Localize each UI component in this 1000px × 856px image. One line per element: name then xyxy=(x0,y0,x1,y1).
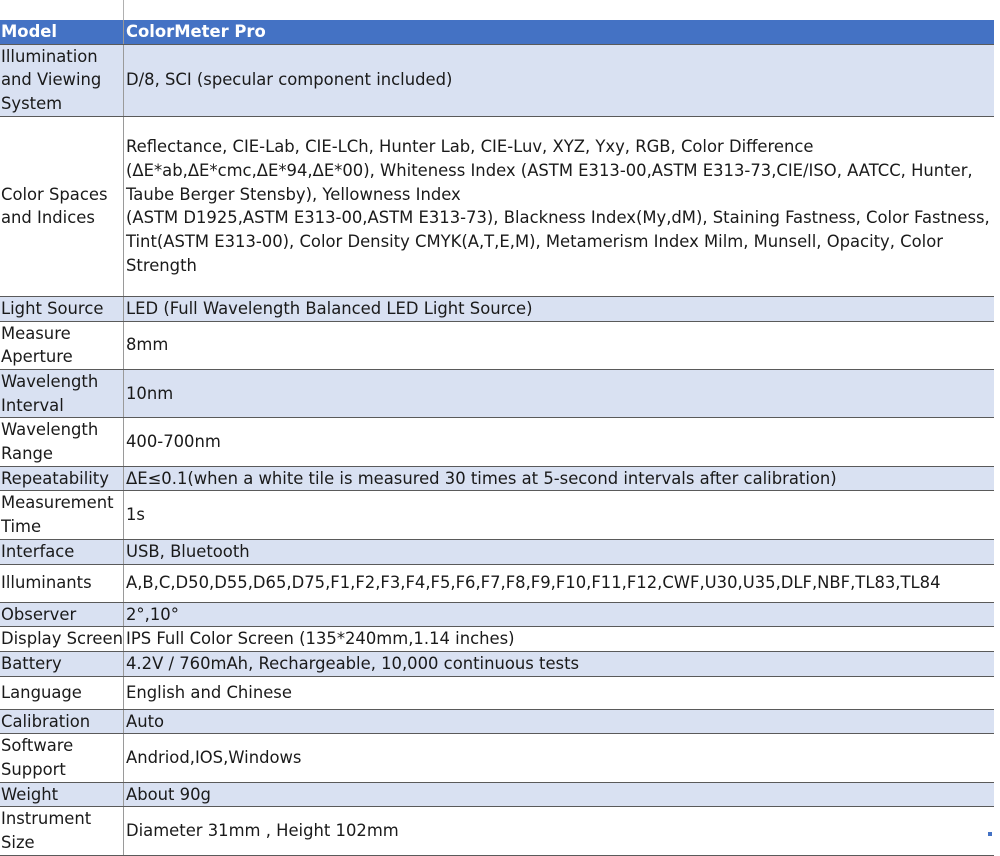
row-value: Diameter 31mm , Height 102mm xyxy=(123,806,994,856)
row-value: 10nm xyxy=(123,369,994,419)
row-value: 2°,10° xyxy=(123,602,994,628)
row-label: Measurement Time xyxy=(0,490,124,540)
table-row: Software Support Andriod,IOS,Windows xyxy=(0,733,994,783)
table-row: Display Screen IPS Full Color Screen (13… xyxy=(0,626,994,652)
row-label: Interface xyxy=(0,539,124,565)
table-row: Wavelength Interval 10nm xyxy=(0,369,994,419)
row-label: Illuminants xyxy=(0,564,124,603)
row-label: Instrument Size xyxy=(0,806,124,856)
table-row: Interface USB, Bluetooth xyxy=(0,539,994,565)
row-value: 4.2V / 760mAh, Rechargeable, 10,000 cont… xyxy=(123,651,994,677)
table-row: Language English and Chinese xyxy=(0,676,994,710)
row-label: Software Support xyxy=(0,733,124,783)
table-header-row: Model ColorMeter Pro xyxy=(0,20,994,45)
table-row: Measure Aperture 8mm xyxy=(0,321,994,370)
table-row: Color Spaces and Indices Reflectance, CI… xyxy=(0,116,994,297)
row-label: Weight xyxy=(0,782,124,808)
model-label: Model xyxy=(0,20,124,45)
row-value: About 90g xyxy=(123,782,994,808)
row-value: 400-700nm xyxy=(123,417,994,467)
table-row: Wavelength Range 400-700nm xyxy=(0,417,994,467)
row-value: A,B,C,D50,D55,D65,D75,F1,F2,F3,F4,F5,F6,… xyxy=(123,564,994,603)
row-label: Observer xyxy=(0,602,124,628)
row-label: Wavelength Range xyxy=(0,417,124,467)
table-row: Illuminants A,B,C,D50,D55,D65,D75,F1,F2,… xyxy=(0,564,994,603)
table-row: Measurement Time 1s xyxy=(0,490,994,540)
table-row: Illumination and Viewing System D/8, SCI… xyxy=(0,44,994,117)
column-divider xyxy=(123,0,124,20)
empty-top-row xyxy=(0,0,994,21)
row-label: Wavelength Interval xyxy=(0,369,124,419)
table-row: Weight About 90g xyxy=(0,782,994,808)
spec-sheet: Model ColorMeter Pro Illumination and Vi… xyxy=(0,0,1000,856)
table-row: Light Source LED (Full Wavelength Balanc… xyxy=(0,296,994,322)
row-label: Measure Aperture xyxy=(0,321,124,370)
model-value: ColorMeter Pro xyxy=(123,20,994,45)
row-value: 1s xyxy=(123,490,994,540)
row-value: Reflectance, CIE-Lab, CIE-LCh, Hunter La… xyxy=(123,116,994,297)
row-label: Repeatability xyxy=(0,466,124,492)
row-label: Illumination and Viewing System xyxy=(0,44,124,117)
table-row: Battery 4.2V / 760mAh, Rechargeable, 10,… xyxy=(0,651,994,677)
row-label: Display Screen xyxy=(0,626,124,652)
row-value: IPS Full Color Screen (135*240mm,1.14 in… xyxy=(123,626,994,652)
row-value: English and Chinese xyxy=(123,676,994,710)
row-value-part-1: Reflectance, CIE-Lab, CIE-LCh, Hunter La… xyxy=(126,137,973,204)
row-label: Battery xyxy=(0,651,124,677)
row-label: Light Source xyxy=(0,296,124,322)
row-value: 8mm xyxy=(123,321,994,370)
table-row: Calibration Auto xyxy=(0,709,994,735)
table-row: Repeatability ΔE≤0.1(when a white tile i… xyxy=(0,466,994,492)
row-value: LED (Full Wavelength Balanced LED Light … xyxy=(123,296,994,322)
spec-table: Model ColorMeter Pro Illumination and Vi… xyxy=(0,20,994,856)
row-value: USB, Bluetooth xyxy=(123,539,994,565)
table-row: Observer 2°,10° xyxy=(0,602,994,628)
row-value: Andriod,IOS,Windows xyxy=(123,733,994,783)
row-label: Language xyxy=(0,676,124,710)
row-value: Auto xyxy=(123,709,994,735)
table-row: Instrument Size Diameter 31mm , Height 1… xyxy=(0,806,994,856)
row-label: Color Spaces and Indices xyxy=(0,116,124,297)
row-label: Calibration xyxy=(0,709,124,735)
fill-handle-icon xyxy=(988,832,992,836)
row-value: D/8, SCI (specular component included) xyxy=(123,44,994,117)
row-value: ΔE≤0.1(when a white tile is measured 30 … xyxy=(123,466,994,492)
row-value-part-2: (ASTM D1925,ASTM E313-00,ASTM E313-73), … xyxy=(126,208,990,275)
